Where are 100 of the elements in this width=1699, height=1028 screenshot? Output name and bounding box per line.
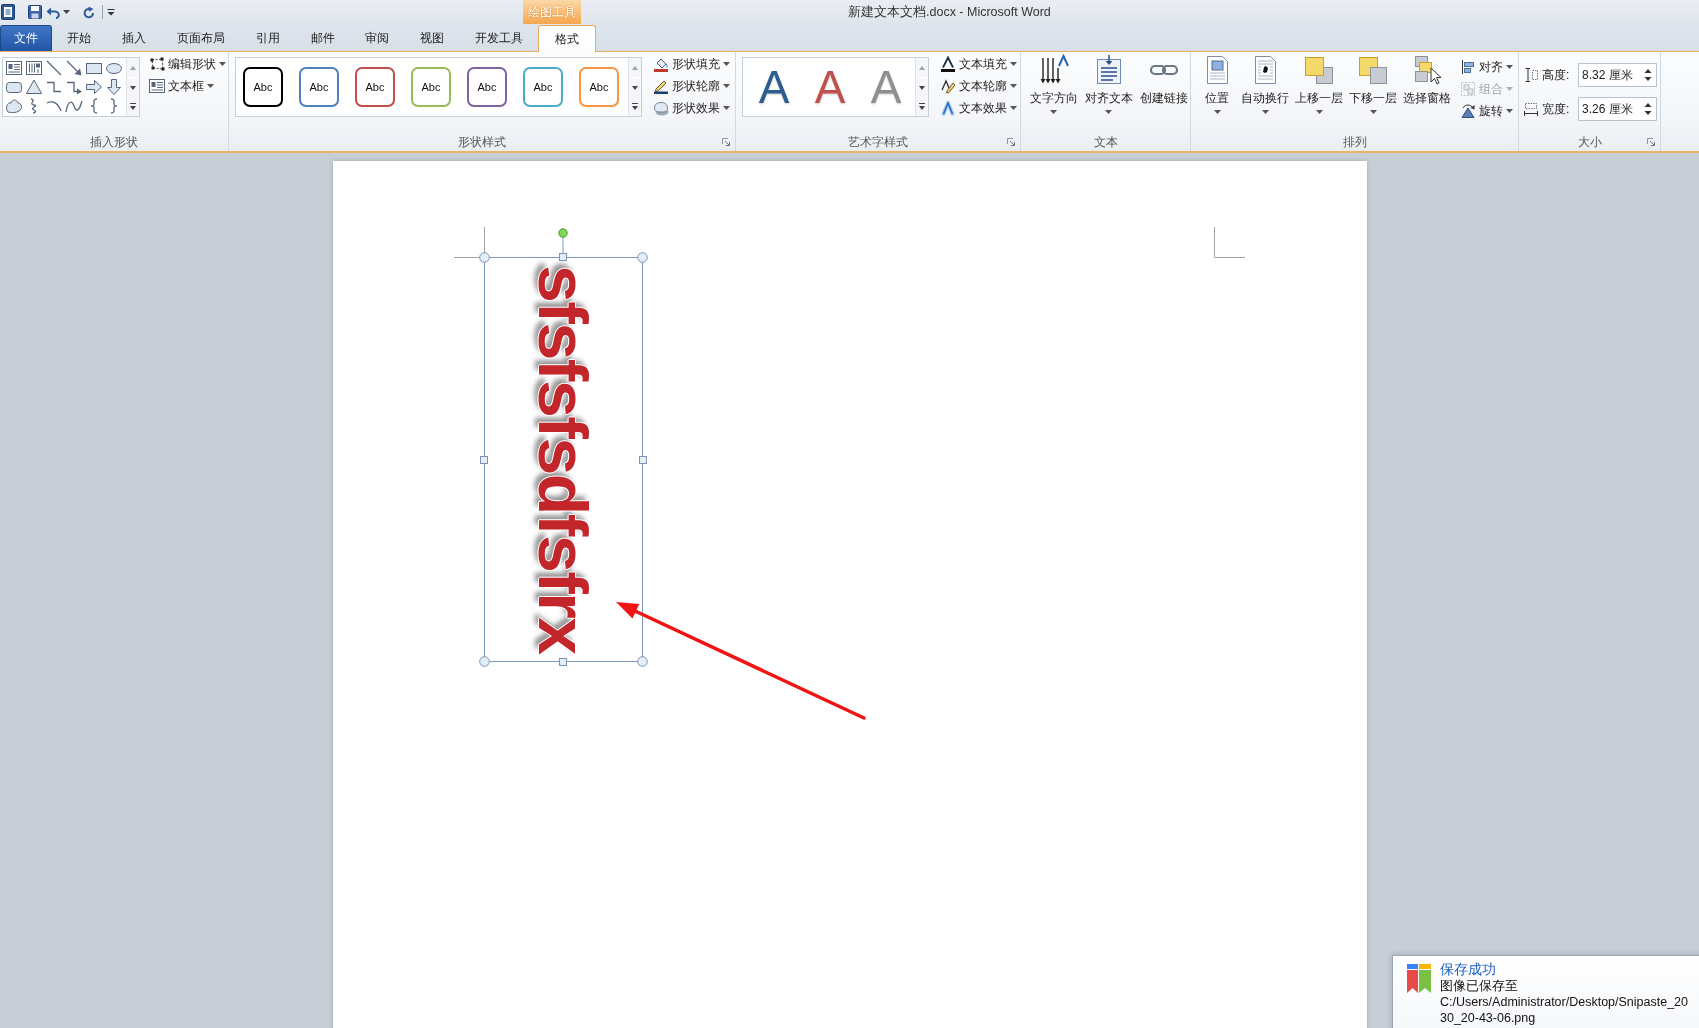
- ribbon-tab[interactable]: 开发工具: [459, 25, 539, 51]
- block-arrow-right-icon[interactable]: [85, 78, 103, 96]
- paint-bucket-icon: [653, 56, 669, 72]
- app-logo-icon: [1407, 964, 1431, 994]
- ribbon-large-button[interactable]: 位置: [1197, 54, 1237, 128]
- caret-icon: [723, 106, 730, 110]
- wordart-text: sfsfsfsdfsfrx: [529, 265, 597, 654]
- caret-icon: [1369, 110, 1377, 114]
- height-icon: [1524, 67, 1538, 83]
- ribbon-command-button[interactable]: 对齐: [1457, 57, 1516, 77]
- wordart-style-tile[interactable]: A: [804, 59, 856, 115]
- wordart-style-tile[interactable]: A: [748, 59, 800, 115]
- caret-icon: [1010, 84, 1017, 88]
- stacked-squares-icon: [1357, 54, 1389, 86]
- text-outline-icon: [940, 78, 956, 94]
- ribbon-command-button[interactable]: 文本效果: [937, 98, 1020, 118]
- redo-icon[interactable]: [83, 5, 95, 19]
- undo-icon[interactable]: [46, 5, 60, 19]
- ribbon-tab[interactable]: 格式: [538, 25, 597, 52]
- save-icon[interactable]: [28, 5, 42, 19]
- align-icon: [1460, 59, 1476, 75]
- resize-handle[interactable]: [559, 658, 567, 666]
- stacked-squares-icon: [1303, 54, 1335, 86]
- customize-toolbar-icon[interactable]: [107, 8, 115, 16]
- ribbon-command-button[interactable]: 形状填充: [650, 54, 733, 74]
- size-field-label: 高度:: [1542, 66, 1571, 84]
- edit-points-icon: [149, 56, 165, 72]
- resize-handle[interactable]: [638, 455, 647, 464]
- shape-style-tile[interactable]: Abc: [355, 67, 395, 107]
- window-title: 新建文本文档.docx - Microsoft Word: [848, 3, 1051, 21]
- group-label: 大小: [1577, 133, 1602, 151]
- ribbon-tab[interactable]: 页面布局: [161, 25, 241, 51]
- text-box-icon[interactable]: [5, 59, 23, 77]
- ribbon-tab[interactable]: 开始: [52, 25, 107, 51]
- spin-arrows-icon[interactable]: [1644, 102, 1652, 116]
- group-label: 排列: [1342, 133, 1367, 151]
- shape-style-tile[interactable]: Abc: [467, 67, 507, 107]
- caret-icon: [1506, 109, 1513, 113]
- gallery-expand-button[interactable]: [127, 97, 139, 116]
- resize-handle[interactable]: [479, 455, 488, 464]
- caret-icon: [1213, 110, 1221, 114]
- ribbon-large-button[interactable]: 上移一层: [1293, 54, 1345, 128]
- vertical-text-box-icon[interactable]: [25, 59, 43, 77]
- group-label: 艺术字样式: [848, 133, 908, 151]
- caret-icon: [1010, 62, 1017, 66]
- ribbon-tab[interactable]: 引用: [240, 25, 296, 51]
- caret-icon: [1315, 110, 1323, 114]
- ribbon-large-button[interactable]: 选择窗格: [1401, 54, 1453, 128]
- text-box-icon: [149, 78, 165, 94]
- ribbon-tab[interactable]: 邮件: [295, 25, 350, 51]
- ribbon-tab[interactable]: 视图: [404, 25, 460, 51]
- gallery-scroll-down-button[interactable]: [127, 77, 139, 97]
- text-box[interactable]: sfsfsfsdfsfrx: [483, 257, 643, 662]
- shape-style-tile[interactable]: Abc: [243, 67, 283, 107]
- gallery-expand-button[interactable]: [629, 97, 641, 116]
- line-icon[interactable]: [45, 59, 63, 77]
- ribbon-command-button[interactable]: 文本框: [146, 76, 229, 96]
- spin-arrows-icon[interactable]: [1644, 68, 1652, 82]
- shape-effects-icon: [653, 100, 669, 116]
- file-tab[interactable]: 文件: [0, 25, 52, 51]
- shape-style-tile[interactable]: Abc: [523, 67, 563, 107]
- caret-icon: [1506, 65, 1513, 69]
- dialog-launcher-icon[interactable]: [722, 138, 730, 146]
- ribbon-large-button[interactable]: 文字方向: [1027, 54, 1080, 128]
- resize-handle[interactable]: [559, 253, 567, 261]
- resize-handle[interactable]: [636, 656, 648, 667]
- block-arrow-down-icon[interactable]: [105, 78, 123, 96]
- ribbon-command-button[interactable]: 形状效果: [650, 98, 733, 118]
- ribbon-command-button[interactable]: 形状轮廓: [650, 76, 733, 96]
- ribbon-large-button[interactable]: 创建链接: [1137, 54, 1190, 128]
- gallery-scroll-down-button[interactable]: [629, 77, 641, 97]
- caret-icon[interactable]: [63, 10, 70, 14]
- triangle-icon[interactable]: [25, 78, 43, 96]
- ribbon-large-button[interactable]: 自动换行: [1239, 54, 1291, 128]
- ribbon-command-button[interactable]: 旋转: [1457, 101, 1516, 121]
- resize-handle[interactable]: [478, 656, 490, 667]
- app-icon[interactable]: [1, 4, 15, 20]
- size-input-field[interactable]: 8.32 厘米: [1578, 63, 1657, 87]
- width-icon: [1524, 101, 1538, 117]
- ribbon-large-button[interactable]: 下移一层: [1347, 54, 1399, 128]
- caret-icon: [1261, 110, 1269, 114]
- shape-style-tile[interactable]: Abc: [411, 67, 451, 107]
- ribbon-command-button[interactable]: 文本轮廓: [937, 76, 1020, 96]
- gallery-expand-button[interactable]: [916, 97, 928, 116]
- freeform-shape-icon[interactable]: [5, 97, 23, 115]
- size-input-field[interactable]: 3.26 厘米: [1578, 97, 1657, 121]
- shape-style-tile[interactable]: Abc: [299, 67, 339, 107]
- arrow-line-icon[interactable]: [65, 59, 83, 77]
- ribbon-tab[interactable]: 审阅: [349, 25, 405, 51]
- ribbon-large-button[interactable]: 对齐文本: [1082, 54, 1135, 128]
- resize-handle[interactable]: [636, 252, 648, 263]
- file-path-text: C:/Users/Administrator/Desktop/Snipaste_20: [1440, 994, 1689, 1010]
- dialog-launcher-icon[interactable]: [1007, 138, 1015, 146]
- shape-style-tile[interactable]: Abc: [579, 67, 619, 107]
- ribbon-command-button[interactable]: 文本填充: [937, 54, 1020, 74]
- dialog-launcher-icon[interactable]: [1647, 138, 1655, 146]
- ribbon-command-button[interactable]: 编辑形状: [146, 54, 229, 74]
- resize-handle[interactable]: [478, 252, 490, 263]
- ribbon-tab[interactable]: 插入: [106, 25, 162, 51]
- gallery-scroll-down-button[interactable]: [916, 77, 928, 97]
